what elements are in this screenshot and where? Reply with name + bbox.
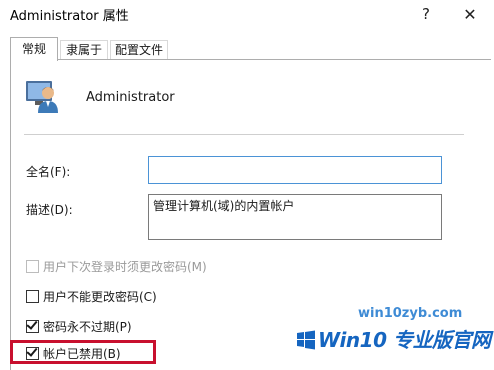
- description-input[interactable]: 管理计算机(域)的内置帐户: [148, 194, 442, 240]
- tab-general[interactable]: 常规: [10, 37, 58, 61]
- password-never-expires-label: 密码永不过期(P): [43, 319, 132, 334]
- watermark-brand: Win10 专业版官网: [318, 328, 491, 352]
- title-bar: Administrator 属性 ? ✕: [0, 0, 494, 30]
- description-label: 描述(D):: [26, 203, 73, 217]
- must-change-password-option[interactable]: 用户下次登录时须更改密码(M): [26, 258, 207, 274]
- fullname-label: 全名(F):: [26, 165, 71, 179]
- windows-logo-icon: [297, 330, 315, 350]
- must-change-password-checkbox[interactable]: [26, 259, 39, 273]
- close-button[interactable]: ✕: [452, 0, 488, 28]
- cannot-change-password-label: 用户不能更改密码(C): [43, 289, 157, 304]
- cannot-change-password-option[interactable]: 用户不能更改密码(C): [26, 288, 157, 304]
- help-button[interactable]: ?: [408, 0, 444, 28]
- password-never-expires-checkbox[interactable]: [26, 317, 39, 333]
- tab-profile[interactable]: 配置文件: [110, 40, 168, 60]
- checkmark-icon: [26, 317, 38, 330]
- user-account-icon: [26, 81, 58, 113]
- must-change-password-label: 用户下次登录时须更改密码(M): [43, 259, 207, 274]
- account-name: Administrator: [86, 90, 175, 105]
- tab-member-of[interactable]: 隶属于: [60, 40, 108, 60]
- fullname-input[interactable]: [148, 156, 442, 184]
- cannot-change-password-checkbox[interactable]: [26, 289, 39, 303]
- divider: [24, 134, 464, 135]
- watermark-url: win10zyb.com: [358, 306, 463, 321]
- window-title: Administrator 属性: [10, 9, 129, 24]
- password-never-expires-option[interactable]: 密码永不过期(P): [26, 317, 132, 334]
- highlight-box: [10, 340, 156, 364]
